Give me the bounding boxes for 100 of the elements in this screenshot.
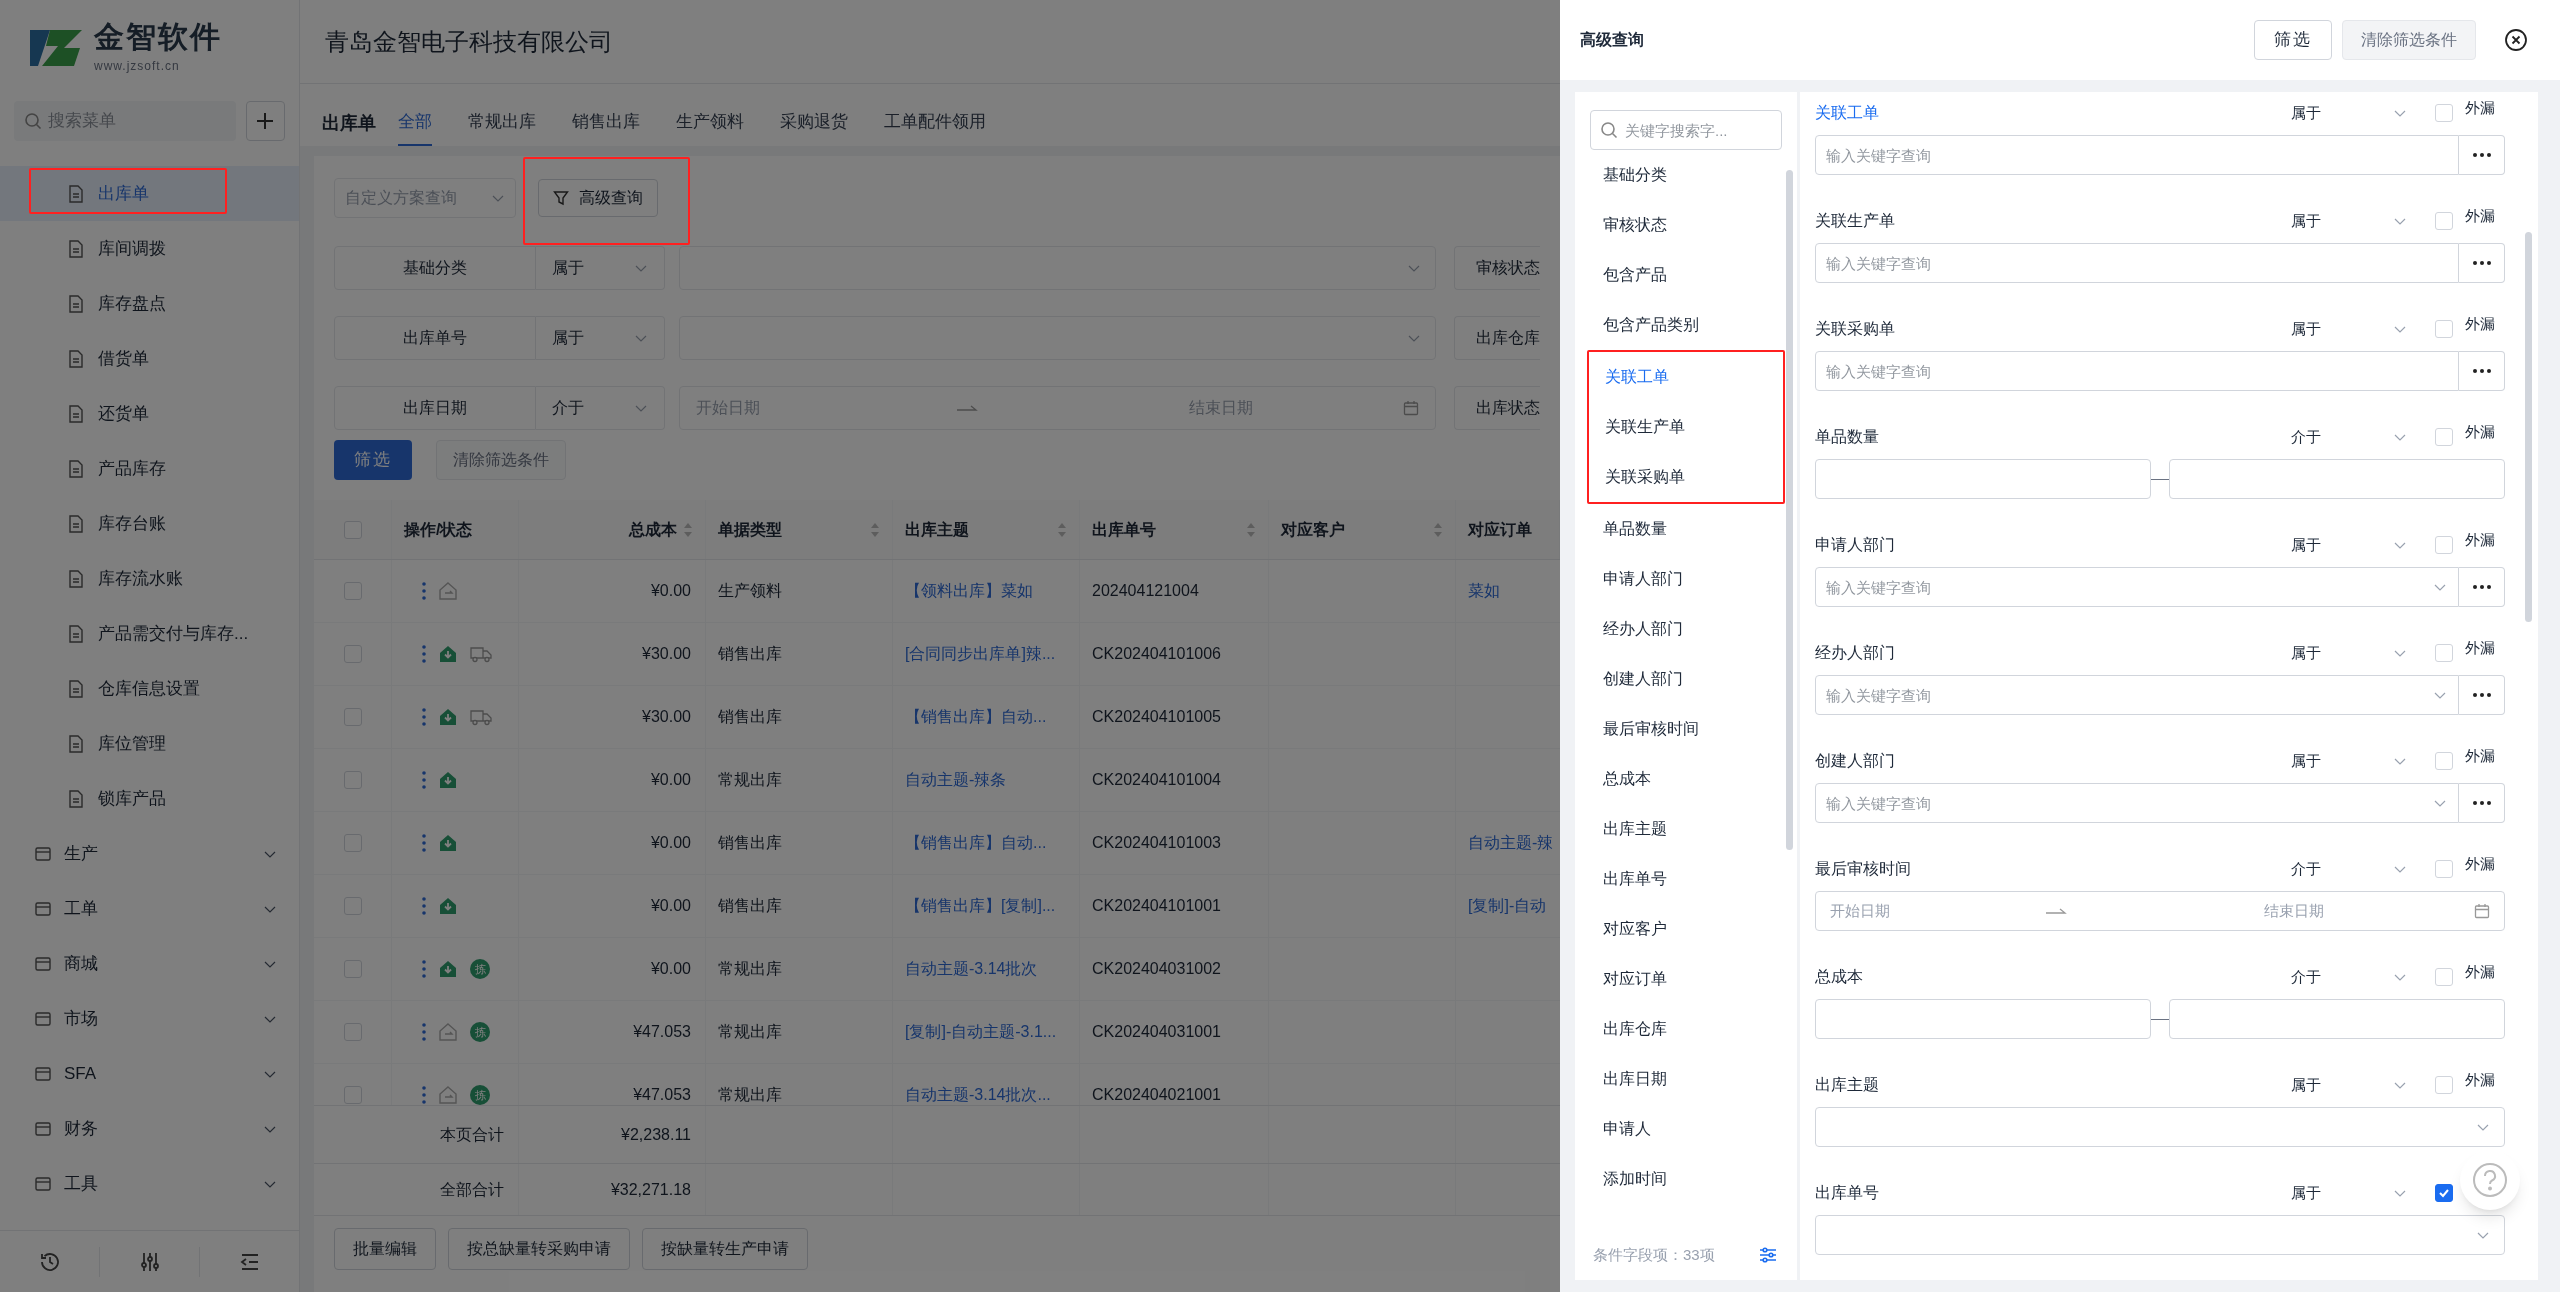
menu-item[interactable]: 库存盘点 [0,276,299,331]
input-field[interactable] [1815,459,2151,499]
menu-group[interactable]: 财务 [0,1101,299,1156]
field-list-item[interactable]: 申请人 [1575,1104,1797,1154]
more-button[interactable] [2459,675,2505,715]
subject-link[interactable]: [合同同步出库单]辣... [905,642,1056,666]
menu-item[interactable]: 产品库存 [0,441,299,496]
operator-select[interactable]: 介于 [2291,965,2415,989]
field-list-item[interactable]: 出库单号 [1575,854,1797,904]
sort-icon[interactable] [1246,521,1256,538]
field-list-item[interactable]: 关联采购单 [1589,452,1783,502]
action-button[interactable]: 按总缺量转采购申请 [448,1228,630,1270]
tab[interactable]: 常规出库 [468,100,536,146]
field-list-item[interactable]: 总成本 [1575,754,1797,804]
action-button[interactable]: 按缺量转生产申请 [642,1228,808,1270]
select-field[interactable]: 输入关键字查询 [1815,783,2459,823]
more-button[interactable] [2459,567,2505,607]
input-field[interactable] [1815,999,2151,1039]
sort-icon[interactable] [1057,521,1067,538]
history-icon[interactable] [38,1250,61,1273]
operator-select[interactable]: 介于 [2291,425,2415,449]
operator-select[interactable]: 属于 [536,246,665,290]
select-field[interactable] [1815,1107,2505,1147]
more-icon[interactable] [422,1086,426,1104]
menu-item[interactable]: 锁库产品 [0,771,299,826]
scrollbar-thumb[interactable] [2525,232,2532,622]
field-list-item[interactable]: 关联生产单 [1589,402,1783,452]
menu-item[interactable]: 产品需交付与库存... [0,606,299,661]
filter-button[interactable]: 筛选 [2254,20,2332,60]
operator-select[interactable]: 介于 [2291,857,2415,881]
field-list-item[interactable]: 基础分类 [1575,150,1797,200]
operator-select[interactable]: 属于 [2291,641,2415,665]
field-list-item[interactable]: 包含产品 [1575,250,1797,300]
field-list-item[interactable]: 申请人部门 [1575,554,1797,604]
field-list-item[interactable]: 出库日期 [1575,1054,1797,1104]
input-field[interactable]: 输入关键字查询 [1815,351,2459,391]
menu-item[interactable]: 还货单 [0,386,299,441]
menu-item[interactable]: 库位管理 [0,716,299,771]
more-icon[interactable] [422,960,426,978]
operator-select[interactable]: 属于 [2291,749,2415,773]
sort-icon[interactable] [870,521,880,538]
field-list-item[interactable]: 对应订单 [1575,954,1797,1004]
search-field[interactable]: 关键字搜索字... [1590,110,1782,150]
tab[interactable]: 采购退货 [780,100,848,146]
input-field[interactable] [2169,459,2505,499]
tab[interactable]: 全部 [398,100,432,146]
more-icon[interactable] [422,834,426,852]
select-field[interactable] [678,246,1436,290]
menu-group[interactable]: 工具 [0,1156,299,1211]
subject-link[interactable]: 【销售出库】自动... [905,831,1047,855]
checkbox[interactable] [2435,1184,2453,1202]
more-icon[interactable] [422,771,426,789]
subject-link[interactable]: 自动主题-3.14批次... [905,1083,1051,1105]
operator-select[interactable]: 属于 [2291,1181,2415,1205]
subject-link[interactable]: 【领料出库】菜如 [905,579,1033,603]
scrollbar-thumb[interactable] [1786,170,1793,850]
more-icon[interactable] [422,645,426,663]
menu-item[interactable]: 借货单 [0,331,299,386]
field-list-item[interactable]: 创建人部门 [1575,654,1797,704]
select-field[interactable]: 输入关键字查询 [1815,567,2459,607]
input-field[interactable]: 输入关键字查询 [1815,135,2459,175]
operator-select[interactable]: 属于 [536,316,665,360]
tab[interactable]: 工单配件领用 [884,100,986,146]
subject-link[interactable]: 【销售出库】[复制]... [905,894,1056,918]
menu-group[interactable]: SFA [0,1046,299,1101]
order-link[interactable]: 菜如 [1468,579,1500,603]
tab[interactable]: 生产领料 [676,100,744,146]
menu-group[interactable]: 市场 [0,991,299,1046]
operator-select[interactable]: 介于 [536,386,665,430]
advanced-query-button[interactable]: 高级查询 [538,179,658,217]
field-list-item[interactable]: 出库仓库 [1575,1004,1797,1054]
add-button[interactable] [245,101,285,141]
menu-group[interactable]: 商城 [0,936,299,991]
operator-select[interactable]: 属于 [2291,1073,2415,1097]
subject-link[interactable]: [复制]-自动主题-3.1... [905,1020,1057,1044]
order-link[interactable]: 自动主题-辣 [1468,831,1554,855]
operator-select[interactable]: 属于 [2291,209,2415,233]
field-list-item[interactable]: 包含产品类别 [1575,300,1797,350]
subject-link[interactable]: 自动主题-辣条 [905,768,1007,792]
menu-item[interactable]: 仓库信息设置 [0,661,299,716]
menu-item[interactable]: 库间调拨 [0,221,299,276]
field-list-item[interactable]: 审核状态 [1575,200,1797,250]
select-field[interactable] [678,316,1436,360]
more-button[interactable] [2459,135,2505,175]
select-field[interactable] [1815,1215,2505,1255]
more-icon[interactable] [422,708,426,726]
settings-icon[interactable] [1759,1246,1777,1264]
operator-select[interactable]: 属于 [2291,101,2415,125]
sort-icon[interactable] [1433,521,1443,538]
menu-group[interactable]: 工单 [0,881,299,936]
input-field[interactable]: 输入关键字查询 [1815,243,2459,283]
field-list-item[interactable]: 出库主题 [1575,804,1797,854]
menu-item[interactable]: 库存台账 [0,496,299,551]
operator-select[interactable]: 属于 [2291,317,2415,341]
operator-select[interactable]: 属于 [2291,533,2415,557]
subject-link[interactable]: 【销售出库】自动... [905,705,1047,729]
more-icon[interactable] [422,897,426,915]
field-list-item[interactable]: 经办人部门 [1575,604,1797,654]
field-list-item[interactable]: 对应客户 [1575,904,1797,954]
more-icon[interactable] [422,582,426,600]
